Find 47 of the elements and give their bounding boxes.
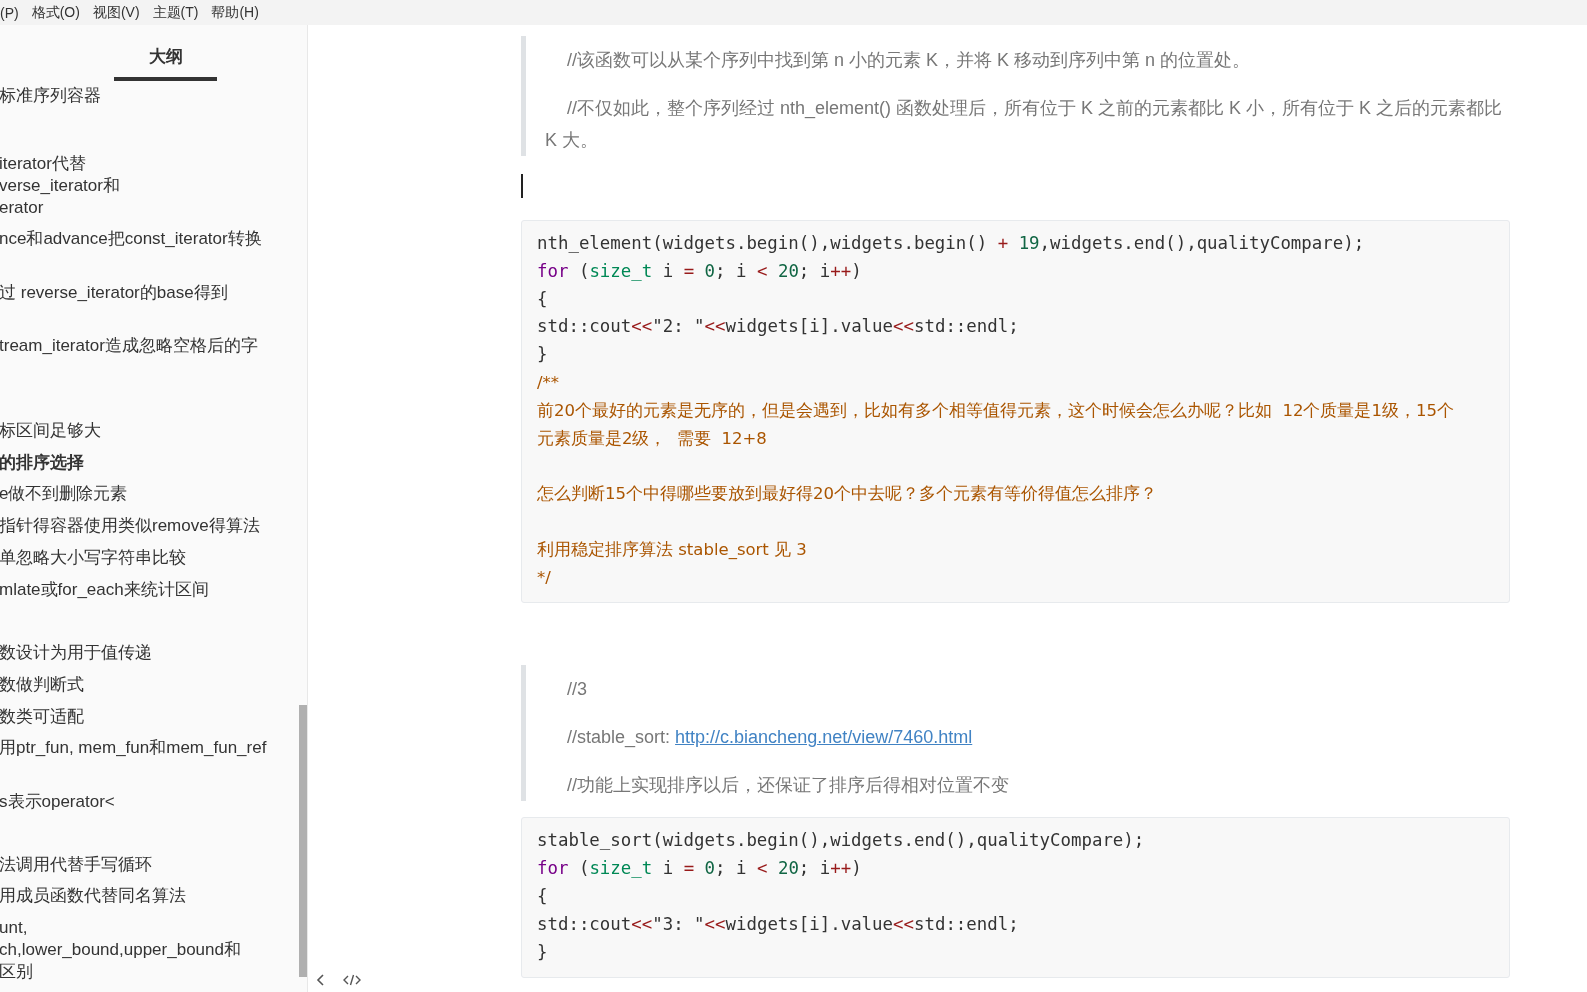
menu-item[interactable]: 帮助(H) [211,3,259,22]
outline-tab[interactable]: 大纲 [114,25,217,81]
code-line: { [537,884,549,908]
code-line: */ [537,566,552,589]
paragraph: //不仅如此，整个序列经过 nth_element() 函数处理后，所有位于 K 之前的元素都比 K 小，所有位于 K 之后的元素都比 K 大。 [545,97,1504,152]
code-line: } [537,940,549,964]
outline-item[interactable]: 过 reverse_iterator的base得到 [0,282,228,304]
outline-item[interactable]: nce和advance把const_iterator转换 [0,228,262,250]
outline-item[interactable]: 法调用代替手写循环 [0,854,152,876]
paragraph: //stable_sort: http://c.biancheng.net/view/7460.html [566,726,974,750]
menu-item[interactable]: 主题(T) [152,3,199,22]
outline-item[interactable]: 数做判断式 [0,674,84,696]
code-line: stable_sort(widgets.begin(),widgets.end(),qualityCompare); [537,829,1146,853]
scrollbar[interactable] [299,705,307,977]
code-line: std::cout<<"2: "<<widgets[i].value<<std::endl; [537,315,1020,339]
outline-item[interactable]: e做不到删除元素 [0,483,128,505]
menu-item[interactable]: 视图(V) [92,3,140,22]
outline-item[interactable]: s表示operator< [0,791,115,813]
outline-item[interactable]: 数设计为用于值传递 [0,642,152,664]
outline-item[interactable]: 用成员函数代替同名算法 [0,885,186,907]
code-line: std::cout<<"3: "<<widgets[i].value<<std::endl; [537,912,1020,936]
outline-item[interactable]: 用ptr_fun, mem_fun和mem_fun_ref [0,737,267,759]
chevron-left-icon[interactable] [316,973,326,987]
text-cursor [521,174,523,198]
menu-item[interactable]: (P) [0,4,19,21]
outline-item[interactable]: 单忽略大小写字符串比较 [0,547,186,569]
menu-item[interactable]: 格式(O) [31,3,80,22]
code-line: 前20个最好的元素是无序的，但是会遇到，比如有多个相等值得元素，这个时候会怎么办呢？比如 12个质量是1级，15个 [537,399,1455,422]
code-line: for (size_t i = 0; i < 20; i++) [537,259,863,283]
paragraph: //3 [566,678,588,702]
code-line: for (size_t i = 0; i < 20; i++) [537,857,863,881]
code-line: } [537,343,549,367]
paragraph: //该函数可以从某个序列中找到第 n 小的元素 K，并将 K 移动到序列中第 n 的位置处。 [566,49,1252,72]
outline-item[interactable]: tream_iterator造成忽略空格后的字 [0,335,258,357]
outline-item[interactable]: mlate或for_each来统计区间 [0,579,209,601]
outline-item[interactable]: 的排序选择 [0,452,84,474]
code-line: nth_element(widgets.begin(),widgets.begin() + 19,widgets.end(),qualityCompare); [537,232,1366,255]
code-line: 利用稳定排序算法 stable_sort 见 3 [537,538,808,561]
code-line: { [537,287,549,311]
code-line: 怎么判断15个中得哪些要放到最好得20个中去呢？多个元素有等价得值怎么排序？ [537,483,1158,506]
outline-item[interactable]: 数类可适配 [0,706,84,728]
source-code-icon[interactable] [342,973,362,987]
outline-item[interactable]: unt, ch,lower_bound,upper_bound和 区别 [0,917,241,983]
paragraph: //功能上实现排序以后，还保证了排序后得相对位置不变 [566,774,1010,798]
link[interactable]: http://c.biancheng.net/view/7460.html [675,727,973,748]
code-line: 元素质量是2级， 需要 12+8 [537,427,768,450]
code-line: /** [537,372,561,394]
